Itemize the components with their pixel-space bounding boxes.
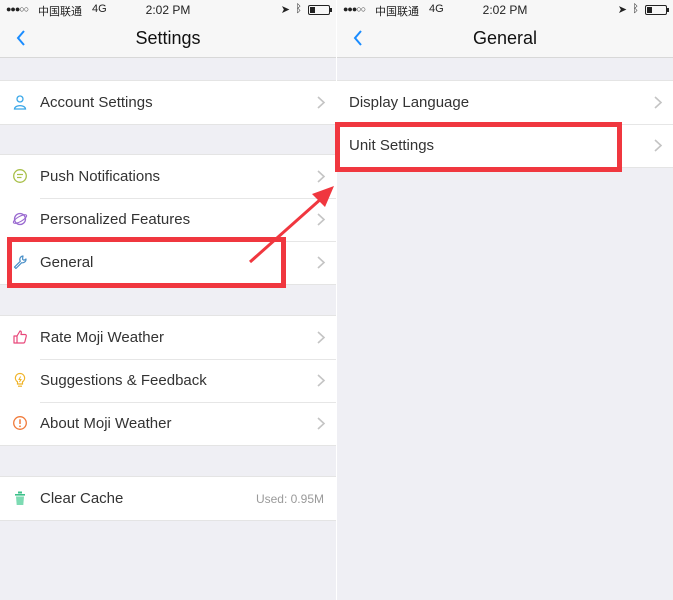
settings-item-label: Clear Cache xyxy=(40,490,124,507)
settings-item-account[interactable]: Account Settings xyxy=(0,81,336,124)
settings-item-about[interactable]: About Moji Weather xyxy=(0,402,336,445)
chevron-right-icon xyxy=(654,139,663,152)
battery-level xyxy=(310,7,315,13)
general-item-display-language[interactable]: Display Language xyxy=(337,81,673,124)
settings-item-rate[interactable]: Rate Moji Weather xyxy=(0,316,336,359)
location-icon: ➤ xyxy=(617,4,627,16)
location-icon: ➤ xyxy=(280,4,290,16)
person-icon xyxy=(13,95,27,110)
lightbulb-icon xyxy=(14,372,26,387)
thumbs-up-icon xyxy=(13,330,27,344)
cache-size-value: Used: 0.95M xyxy=(255,492,324,506)
chevron-right-icon xyxy=(317,417,326,430)
settings-screen: ●●●○○ 中国联通 4G 2:02 PM ➤ ᛒ Settings Accou… xyxy=(0,0,336,600)
settings-item-label: Rate Moji Weather xyxy=(40,329,164,346)
general-screen: ●●●○○ 中国联通 4G 2:02 PM ➤ ᛒ General Displa… xyxy=(337,0,673,600)
cache-group: Clear Cache Used: 0.95M xyxy=(0,476,336,521)
chevron-right-icon xyxy=(317,374,326,387)
battery-level xyxy=(647,7,652,13)
account-group: Account Settings xyxy=(0,80,336,125)
nav-bar: General xyxy=(337,20,673,58)
planet-icon xyxy=(12,212,28,226)
status-bar: ●●●○○ 中国联通 4G 2:02 PM ➤ ᛒ xyxy=(337,0,673,20)
settings-item-label: Personalized Features xyxy=(40,211,191,228)
highlight-box-general xyxy=(7,237,286,288)
chevron-right-icon xyxy=(317,331,326,344)
settings-item-feedback[interactable]: Suggestions & Feedback xyxy=(0,359,336,402)
settings-item-personalized-features[interactable]: Personalized Features xyxy=(0,198,336,241)
chevron-right-icon xyxy=(654,96,663,109)
nav-bar: Settings xyxy=(0,20,336,58)
chevron-right-icon xyxy=(317,256,326,269)
status-bar: ●●●○○ 中国联通 4G 2:02 PM ➤ ᛒ xyxy=(0,0,336,20)
page-title: Settings xyxy=(135,28,201,48)
bluetooth-icon: ᛒ xyxy=(295,3,302,15)
trash-icon xyxy=(15,491,25,505)
battery-icon xyxy=(308,5,332,15)
settings-item-label: About Moji Weather xyxy=(40,415,172,432)
info-icon xyxy=(13,416,27,430)
general-item-label: Display Language xyxy=(349,94,470,111)
battery-icon xyxy=(645,5,669,15)
page-title: General xyxy=(472,28,538,48)
highlight-box-unit-settings xyxy=(335,122,622,172)
message-icon xyxy=(13,169,27,183)
settings-item-label: Account Settings xyxy=(40,94,153,111)
bluetooth-icon: ᛒ xyxy=(632,3,639,15)
chevron-right-icon xyxy=(317,96,326,109)
settings-item-push-notifications[interactable]: Push Notifications xyxy=(0,155,336,198)
settings-item-label: Push Notifications xyxy=(40,168,161,185)
settings-item-label: Suggestions & Feedback xyxy=(40,372,207,389)
chevron-right-icon xyxy=(317,170,326,183)
settings-item-clear-cache[interactable]: Clear Cache Used: 0.95M xyxy=(0,477,336,520)
about-group: Rate Moji Weather Suggestions & Feedback… xyxy=(0,315,336,446)
chevron-right-icon xyxy=(317,213,326,226)
